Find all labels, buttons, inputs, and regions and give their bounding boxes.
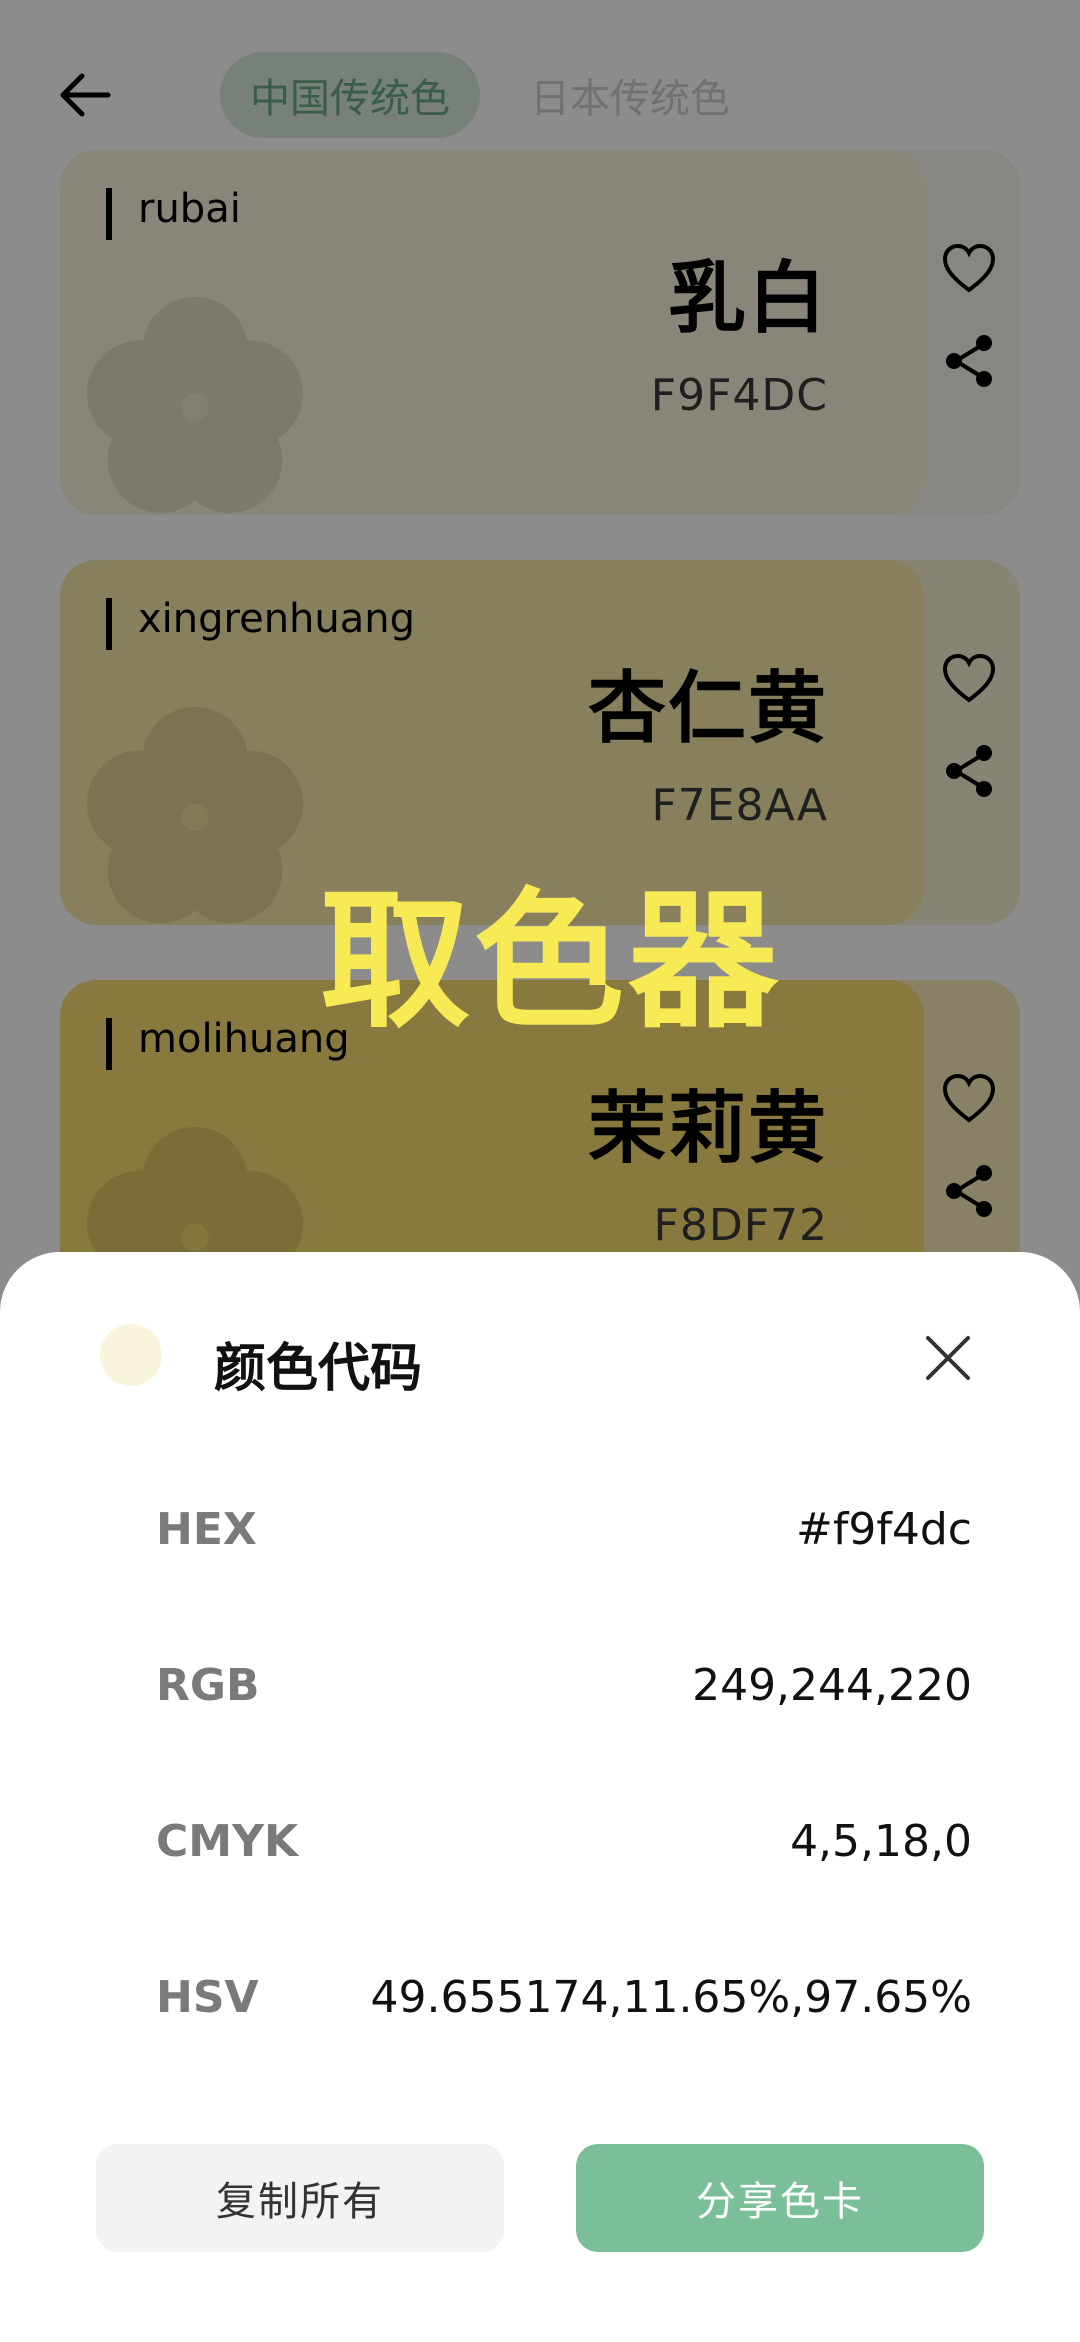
code-row-rgb[interactable]: RGB 249,244,220 bbox=[156, 1660, 972, 1740]
sheet-title: 颜色代码 bbox=[214, 1339, 423, 1399]
code-label: HSV bbox=[156, 1972, 259, 2023]
color-code-sheet: 颜色代码 HEX #f9f4dc RGB 249,244,220 CMYK 4,… bbox=[0, 1252, 1080, 2342]
code-value: 49.655174,11.65%,97.65% bbox=[370, 1972, 972, 2023]
watermark-text: 取色器 bbox=[320, 875, 783, 1049]
code-label: HEX bbox=[156, 1504, 257, 1555]
code-value: #f9f4dc bbox=[796, 1504, 972, 1555]
color-swatch-dot bbox=[100, 1324, 162, 1386]
code-label: RGB bbox=[156, 1660, 260, 1711]
share-card-button[interactable]: 分享色卡 bbox=[576, 2144, 984, 2252]
code-label: CMYK bbox=[156, 1816, 299, 1867]
code-row-cmyk[interactable]: CMYK 4,5,18,0 bbox=[156, 1816, 972, 1896]
code-row-hex[interactable]: HEX #f9f4dc bbox=[156, 1504, 972, 1584]
code-value: 249,244,220 bbox=[692, 1660, 972, 1711]
close-icon[interactable] bbox=[920, 1330, 976, 1386]
code-value: 4,5,18,0 bbox=[790, 1816, 972, 1867]
copy-all-button[interactable]: 复制所有 bbox=[96, 2144, 504, 2252]
code-row-hsv[interactable]: HSV 49.655174,11.65%,97.65% bbox=[156, 1972, 972, 2052]
